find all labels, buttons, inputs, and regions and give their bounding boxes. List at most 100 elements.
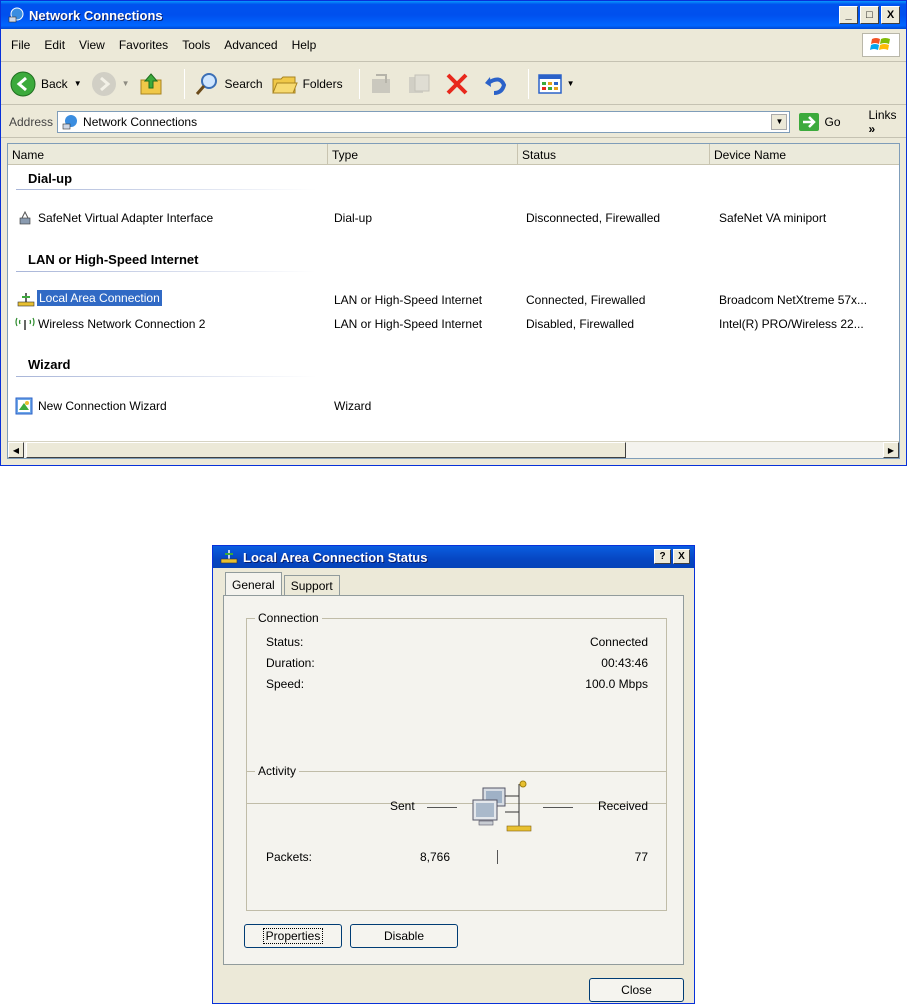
list-item[interactable]: New Connection Wizard Wizard <box>8 397 899 415</box>
folders-button[interactable]: Folders <box>271 71 343 97</box>
help-button[interactable]: ? <box>654 549 671 564</box>
column-header-status[interactable]: Status <box>518 144 710 165</box>
general-tab-panel: Connection Status: Connected Duration: 0… <box>223 595 684 965</box>
minimize-button[interactable]: _ <box>839 6 858 24</box>
menu-tools[interactable]: Tools <box>182 38 210 52</box>
copy-to-icon <box>408 74 430 93</box>
copy-to-button[interactable] <box>406 71 436 97</box>
search-button[interactable]: Search <box>193 70 263 98</box>
undo-icon <box>484 76 506 95</box>
wireless-connection-icon <box>15 317 35 330</box>
horizontal-scrollbar[interactable]: ◀ ▶ <box>8 441 899 458</box>
list-item[interactable]: SafeNet Virtual Adapter Interface Dial-u… <box>8 209 899 227</box>
dial-up-connection-icon <box>19 210 31 225</box>
address-dropdown-icon[interactable]: ▼ <box>771 113 788 130</box>
disable-button[interactable]: Disable <box>350 924 458 948</box>
forward-dropdown-icon[interactable]: ▼ <box>122 79 130 88</box>
connection-device: Broadcom NetXtreme 57x... <box>719 293 868 307</box>
connection-device: SafeNet VA miniport <box>719 211 827 225</box>
window-title: Network Connections <box>29 7 163 23</box>
menu-favorites[interactable]: Favorites <box>119 38 168 52</box>
connection-name: SafeNet Virtual Adapter Interface <box>38 211 214 225</box>
scrollbar-thumb[interactable] <box>26 442 626 458</box>
properties-label: Properties <box>262 928 324 944</box>
back-dropdown-icon[interactable]: ▼ <box>74 79 82 88</box>
duration-value: 00:43:46 <box>601 656 648 670</box>
column-headers: Name Type Status Device Name <box>8 144 899 165</box>
properties-button[interactable]: Properties <box>244 924 342 948</box>
windows-logo-icon <box>862 33 900 57</box>
duration-label: Duration: <box>266 656 315 670</box>
column-header-name[interactable]: Name <box>8 144 328 165</box>
tab-general[interactable]: General <box>225 572 282 596</box>
address-label: Address <box>9 114 54 129</box>
move-to-icon <box>371 73 390 93</box>
menu-help[interactable]: Help <box>292 38 317 52</box>
delete-button[interactable] <box>444 71 474 97</box>
activity-group: Activity Sent Received Packets: 8,766 77 <box>246 764 667 911</box>
scroll-left-icon[interactable]: ◀ <box>8 442 24 458</box>
tab-support[interactable]: Support <box>283 575 340 595</box>
close-button[interactable]: X <box>881 6 900 24</box>
scroll-right-icon[interactable]: ▶ <box>883 442 899 458</box>
received-label: Received <box>597 799 648 813</box>
menu-bar: File Edit View Favorites Tools Advanced … <box>1 29 906 62</box>
views-button[interactable]: ▼ <box>537 72 575 96</box>
status-label: Status: <box>266 635 304 649</box>
dialog-title-bar[interactable]: Local Area Connection Status ? X <box>213 546 694 568</box>
toolbar-separator <box>527 68 529 99</box>
back-button[interactable]: Back ▼ <box>9 70 82 98</box>
packets-label: Packets: <box>266 850 313 864</box>
close-label: Close <box>621 983 652 997</box>
menu-view[interactable]: View <box>79 38 105 52</box>
connection-name: New Connection Wizard <box>38 399 167 413</box>
undo-button[interactable] <box>482 71 512 97</box>
go-label: Go <box>824 114 841 129</box>
speed-value: 100.0 Mbps <box>585 677 648 691</box>
network-connections-icon <box>8 7 24 23</box>
connection-type: LAN or High-Speed Internet <box>334 317 483 331</box>
up-folder-button[interactable] <box>138 71 168 97</box>
views-dropdown-icon[interactable]: ▼ <box>567 79 575 88</box>
lan-connection-icon <box>220 550 238 564</box>
group-divider <box>16 376 316 377</box>
maximize-button[interactable]: □ <box>860 6 879 24</box>
connection-type: Wizard <box>334 399 372 413</box>
packets-sent-value: 8,766 <box>420 850 451 864</box>
list-item[interactable]: Local Area Connection LAN or High-Speed … <box>8 290 899 309</box>
group-header-lan: LAN or High-Speed Internet <box>28 252 199 267</box>
disable-label: Disable <box>383 929 425 943</box>
column-header-type[interactable]: Type <box>328 144 518 165</box>
sent-label: Sent <box>390 799 415 813</box>
dialog-title: Local Area Connection Status <box>243 549 428 565</box>
status-value: Connected <box>589 635 648 649</box>
network-connections-icon <box>62 114 78 129</box>
connection-name: Local Area Connection <box>37 290 162 306</box>
move-to-button[interactable] <box>368 71 398 97</box>
go-button[interactable]: Go <box>798 112 841 132</box>
list-item[interactable]: Wireless Network Connection 2 LAN or Hig… <box>8 315 899 333</box>
go-arrow-icon <box>799 112 820 131</box>
close-dialog-button[interactable]: Close <box>589 978 684 1002</box>
links-label: Links <box>868 107 897 122</box>
address-input[interactable]: Network Connections ▼ <box>57 110 791 133</box>
received-line <box>543 807 573 808</box>
connection-device: Intel(R) PRO/Wireless 22... <box>719 317 864 331</box>
chevron-right-icon: » <box>868 121 876 136</box>
lan-connection-icon <box>17 293 35 307</box>
menu-edit[interactable]: Edit <box>44 38 65 52</box>
network-connections-window: Network Connections _ □ X File Edit View… <box>0 0 907 466</box>
forward-button[interactable]: ▼ <box>90 70 130 98</box>
menu-advanced[interactable]: Advanced <box>224 38 277 52</box>
connection-status: Disconnected, Firewalled <box>526 211 661 225</box>
forward-arrow-icon <box>91 71 116 96</box>
connections-list: Name Type Status Device Name Dial-up Saf… <box>7 143 900 459</box>
dialog-close-button[interactable]: X <box>673 549 690 564</box>
toolbar: Back ▼ ▼ Search Folders ▼ <box>1 63 906 105</box>
search-icon <box>195 72 217 95</box>
title-bar[interactable]: Network Connections _ □ X <box>1 1 906 29</box>
menu-file[interactable]: File <box>11 38 30 52</box>
connection-type: Dial-up <box>334 211 373 225</box>
links-toolbar[interactable]: Links » <box>869 108 907 136</box>
column-header-device-name[interactable]: Device Name <box>710 144 899 165</box>
